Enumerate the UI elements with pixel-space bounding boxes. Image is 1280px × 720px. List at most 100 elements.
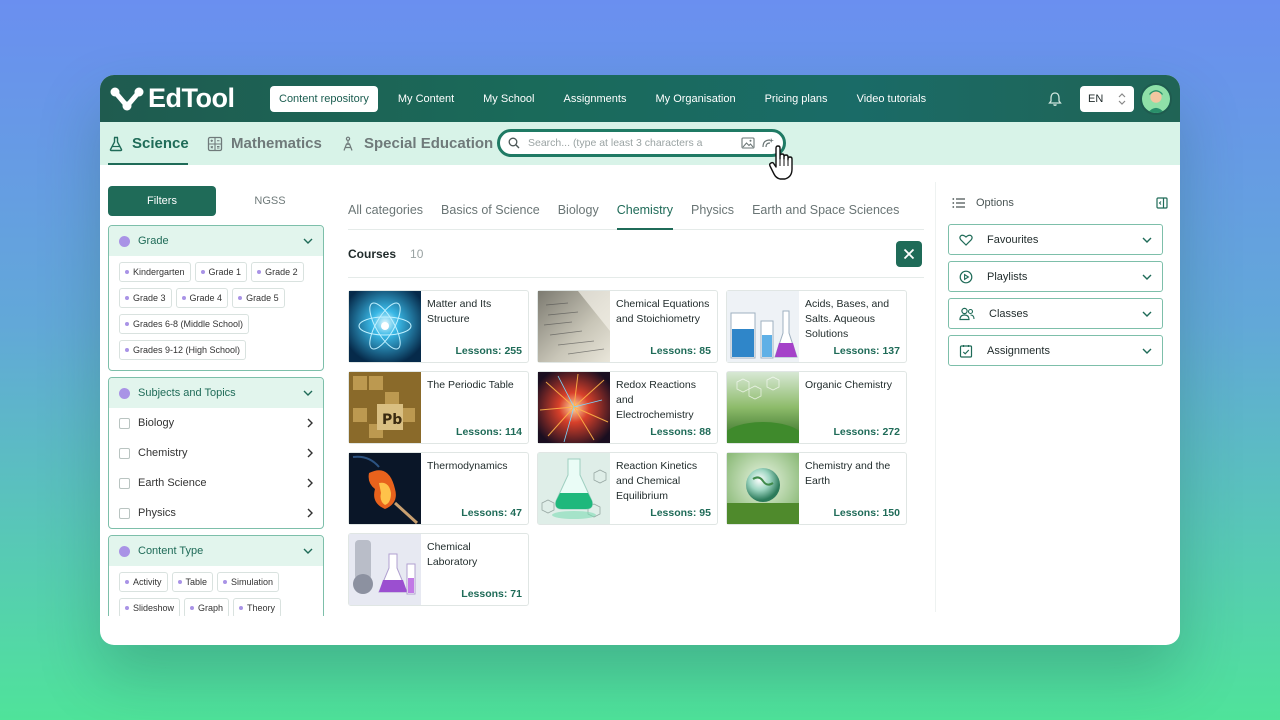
chip-grade-1[interactable]: Grade 1: [194, 262, 248, 282]
bell-icon[interactable]: [1044, 88, 1066, 110]
users-icon: [959, 307, 975, 321]
course-card-thermodynamics[interactable]: Thermodynamics Lessons: 47: [348, 452, 529, 525]
svg-text:Pb: Pb: [382, 412, 402, 428]
group-dot-icon: [119, 235, 130, 247]
category-earth-space[interactable]: Earth and Space Sciences: [752, 186, 899, 229]
topic-earth-science[interactable]: Earth Science: [109, 468, 323, 498]
nav-video-tutorials[interactable]: Video tutorials: [848, 86, 936, 112]
filter-group-header[interactable]: Subjects and Topics: [109, 378, 323, 408]
chip-grade-3[interactable]: Grade 3: [119, 288, 172, 308]
chip-slideshow[interactable]: Slideshow: [119, 598, 181, 616]
course-thumbnail-sparks: [538, 372, 610, 443]
course-card-periodic[interactable]: Pb The Periodic Table Lessons: 114: [348, 371, 529, 444]
nav-content-repository[interactable]: Content repository: [270, 85, 378, 112]
chip-grade-4[interactable]: Grade 4: [175, 288, 229, 308]
subject-label: Special Education: [364, 135, 494, 152]
category-biology[interactable]: Biology: [558, 186, 599, 229]
nav-my-school[interactable]: My School: [474, 86, 543, 112]
options-favourites[interactable]: Favourites: [948, 224, 1163, 255]
logo[interactable]: EdTool: [110, 83, 260, 114]
chip-grade-2[interactable]: Grade 2: [251, 262, 304, 282]
close-button[interactable]: [896, 241, 922, 267]
subject-tab-mathematics[interactable]: Mathematics: [207, 122, 322, 165]
topic-biology[interactable]: Biology: [109, 408, 323, 438]
topic-chemistry[interactable]: Chemistry: [109, 438, 323, 468]
checkbox[interactable]: [119, 507, 130, 519]
filter-group-header[interactable]: Content Type: [109, 536, 323, 566]
chevron-right-icon[interactable]: [307, 418, 313, 428]
chip-simulation[interactable]: Simulation: [217, 572, 280, 592]
chip-grades-9-12[interactable]: Grades 9-12 (High School): [119, 340, 247, 360]
course-card-equations[interactable]: Chemical Equations and Stoichiometry Les…: [537, 290, 718, 363]
search-bar: [497, 129, 786, 157]
chevron-right-icon[interactable]: [307, 508, 313, 518]
collapse-panel-icon[interactable]: [1156, 197, 1168, 209]
subject-tab-science[interactable]: Science: [108, 122, 189, 165]
language-value: EN: [1088, 93, 1104, 105]
search-input[interactable]: [528, 137, 735, 149]
tab-filters[interactable]: Filters: [108, 186, 216, 216]
chip-graph[interactable]: Graph: [184, 598, 230, 616]
course-lessons: Lessons: 150: [833, 507, 900, 519]
chip-theory[interactable]: Theory: [233, 598, 282, 616]
chip-grades-6-8[interactable]: Grades 6-8 (Middle School): [119, 314, 250, 334]
course-card-matter[interactable]: Matter and Its Structure Lessons: 255: [348, 290, 529, 363]
tab-ngss[interactable]: NGSS: [216, 186, 324, 216]
course-title: Chemical Laboratory: [427, 541, 478, 568]
course-title: Redox Reactions and Electrochemistry: [616, 379, 696, 421]
topic-physics[interactable]: Physics: [109, 498, 323, 528]
nav-pricing-plans[interactable]: Pricing plans: [756, 86, 837, 112]
language-select[interactable]: EN: [1080, 86, 1134, 112]
avatar-image: [1142, 85, 1170, 113]
course-thumbnail-flask: [538, 453, 610, 524]
category-chemistry[interactable]: Chemistry: [616, 186, 674, 230]
avatar[interactable]: [1140, 83, 1172, 115]
nav-my-organisation[interactable]: My Organisation: [646, 86, 744, 112]
category-physics[interactable]: Physics: [691, 186, 734, 229]
course-card-laboratory[interactable]: Chemical Laboratory Lessons: 71: [348, 533, 529, 606]
chip-kindergarten[interactable]: Kindergarten: [119, 262, 191, 282]
option-label: Playlists: [987, 270, 1028, 283]
course-card-organic[interactable]: Organic Chemistry Lessons: 272: [726, 371, 907, 444]
filter-group-title: Subjects and Topics: [138, 387, 236, 399]
nav-assignments[interactable]: Assignments: [555, 86, 636, 112]
course-card-kinetics[interactable]: Reaction Kinetics and Chemical Equilibri…: [537, 452, 718, 525]
subject-tab-special-education[interactable]: Special Education: [340, 122, 493, 165]
top-navigation-bar: EdTool Content repository My Content My …: [100, 75, 1180, 122]
chevron-down-icon: [1142, 237, 1152, 243]
chip-table[interactable]: Table: [171, 572, 214, 592]
course-card-acids[interactable]: Acids, Bases, and Salts. Aqueous Solutio…: [726, 290, 907, 363]
options-assignments[interactable]: Assignments: [948, 335, 1163, 366]
options-classes[interactable]: Classes: [948, 298, 1163, 329]
list-icon: [952, 197, 966, 209]
checkbox[interactable]: [119, 447, 130, 459]
course-lessons: Lessons: 272: [833, 426, 900, 438]
checkbox[interactable]: [119, 477, 130, 489]
chevron-down-icon: [303, 548, 313, 554]
topic-label: Earth Science: [138, 477, 207, 489]
image-search-icon[interactable]: [741, 137, 755, 149]
subject-label: Mathematics: [231, 135, 322, 152]
special-education-icon: [340, 136, 356, 152]
course-info: Chemical Laboratory Lessons: 71: [421, 534, 528, 605]
course-card-earth[interactable]: Chemistry and the Earth Lessons: 150: [726, 452, 907, 525]
course-thumbnail-lab: [349, 534, 421, 605]
courses-count: 10: [410, 246, 424, 261]
chevron-right-icon[interactable]: [307, 478, 313, 488]
category-all[interactable]: All categories: [348, 186, 423, 229]
chevron-down-icon: [303, 390, 313, 396]
filter-group-header[interactable]: Grade: [109, 226, 323, 256]
course-title: Matter and Its Structure: [427, 298, 492, 325]
course-title: Chemical Equations and Stoichiometry: [616, 298, 710, 325]
category-basics-of-science[interactable]: Basics of Science: [441, 186, 540, 229]
chevron-right-icon[interactable]: [307, 448, 313, 458]
checkbox[interactable]: [119, 417, 130, 429]
nav-my-content[interactable]: My Content: [389, 86, 463, 112]
chip-activity[interactable]: Activity: [119, 572, 168, 592]
options-playlists[interactable]: Playlists: [948, 261, 1163, 292]
chip-grade-5[interactable]: Grade 5: [232, 288, 285, 308]
flask-icon: [108, 136, 124, 152]
course-card-redox[interactable]: Redox Reactions and Electrochemistry Les…: [537, 371, 718, 444]
course-lessons: Lessons: 47: [461, 507, 522, 519]
course-lessons: Lessons: 114: [456, 426, 522, 438]
